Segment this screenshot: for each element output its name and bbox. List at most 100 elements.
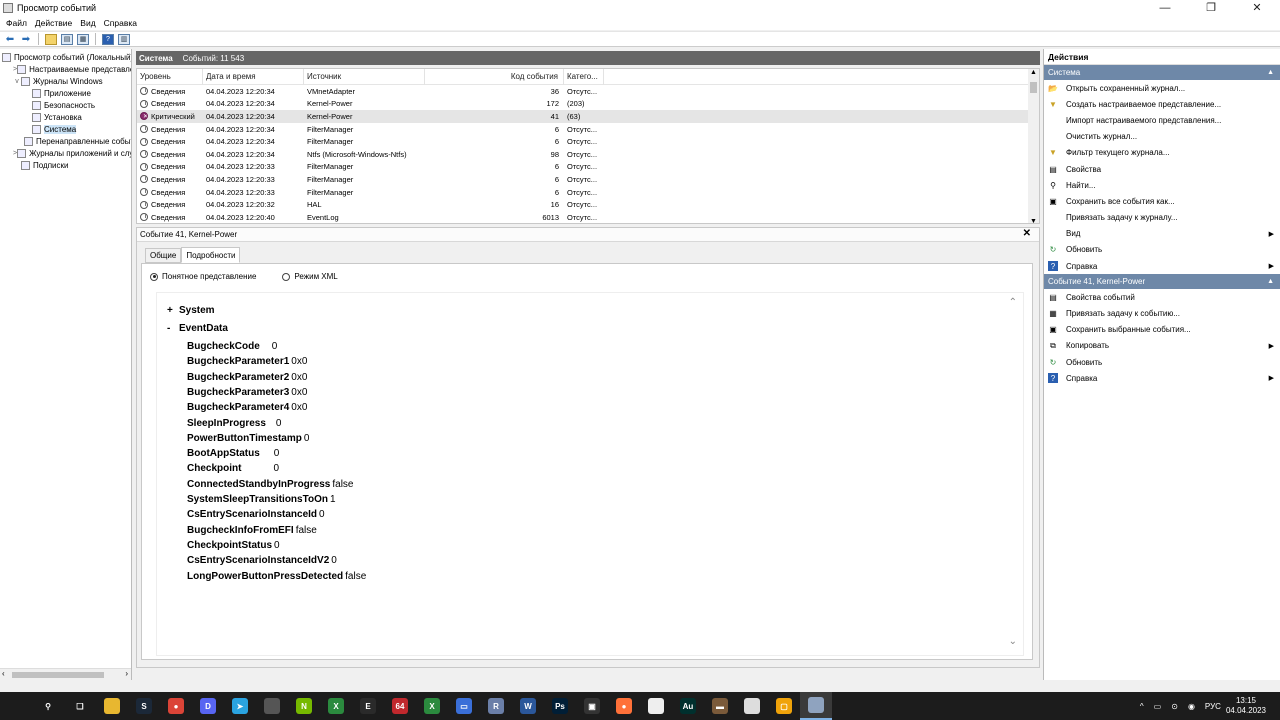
menu-action[interactable]: Действие (31, 18, 76, 28)
epic-taskbar-button[interactable]: E (352, 692, 384, 720)
event-row[interactable]: ✕ Критический 04.04.2023 12:20:34 Kernel-Po… (137, 110, 1039, 123)
action-item[interactable]: ? Справка ▶ (1044, 258, 1280, 274)
nvidia-taskbar-button[interactable]: N (288, 692, 320, 720)
action-item[interactable]: ↻ Обновить (1044, 354, 1280, 370)
xml-view-radio[interactable]: Режим XML (282, 272, 338, 281)
file-taskbar-button[interactable] (640, 692, 672, 720)
tree-item[interactable]: Безопасность (0, 99, 131, 111)
scroll-up-icon[interactable]: ▲ (1030, 69, 1037, 76)
action-item[interactable]: ▤ Свойства событий (1044, 289, 1280, 305)
tab-general[interactable]: Общие (145, 248, 182, 263)
collapse-caret-icon[interactable]: ▲ (1267, 69, 1274, 76)
collapse-caret-icon[interactable]: ▲ (1267, 278, 1274, 285)
column-event-id[interactable]: Код события (425, 69, 564, 85)
column-date[interactable]: Дата и время (203, 69, 304, 85)
action-item[interactable]: ⧉ Копировать ▶ (1044, 338, 1280, 354)
event-row[interactable]: i Сведения 04.04.2023 12:20:33 FilterManage… (137, 161, 1039, 174)
collapse-icon[interactable]: - (167, 323, 179, 334)
tray-overflow-icon[interactable]: ^ (1140, 702, 1144, 711)
friendly-view-radio[interactable]: Понятное представление (150, 272, 256, 281)
collapse-arrow-icon[interactable]: v (13, 78, 21, 85)
xbox-taskbar-button[interactable]: X (320, 692, 352, 720)
action-item[interactable]: Вид ▶ (1044, 226, 1280, 242)
chrome-taskbar-button[interactable]: ● (160, 692, 192, 720)
tree-item[interactable]: Просмотр событий (Локальный) (0, 51, 131, 63)
scrollbar-thumb[interactable] (1030, 82, 1037, 93)
start-button[interactable] (0, 692, 32, 720)
event-row[interactable]: i Сведения 04.04.2023 12:20:34 Kernel-Power… (137, 98, 1039, 111)
tree-horizontal-scrollbar[interactable]: ‹ › (0, 668, 131, 680)
steam-taskbar-button[interactable]: S (128, 692, 160, 720)
aida64-taskbar-button[interactable]: 64 (384, 692, 416, 720)
event-row[interactable]: i Сведения 04.04.2023 12:20:34 FilterManage… (137, 135, 1039, 148)
tray-app-icon[interactable]: ◉ (1188, 702, 1195, 711)
eventviewer-taskbar-button[interactable] (800, 692, 832, 720)
action-item[interactable]: Очистить журнал... (1044, 129, 1280, 145)
search-taskbar-button[interactable]: ⚲ (32, 692, 64, 720)
firefox-taskbar-button[interactable]: ● (608, 692, 640, 720)
clock[interactable]: 13:15 04.04.2023 (1226, 696, 1266, 716)
action-item[interactable]: ▣ Сохранить все события как... (1044, 193, 1280, 209)
action-pane-icon[interactable]: ▥ (117, 33, 131, 46)
maximize-button[interactable]: ❐ (1188, 0, 1234, 15)
back-icon[interactable]: ⬅ (3, 33, 17, 46)
column-source[interactable]: Источник (304, 69, 425, 85)
gamebar-taskbar-button[interactable]: X (416, 692, 448, 720)
tree-item[interactable]: Приложение (0, 87, 131, 99)
actions-section-event[interactable]: Событие 41, Kernel-Power ▲ (1044, 274, 1280, 290)
close-details-icon[interactable]: ✕ (1023, 228, 1031, 239)
photoshop-taskbar-button[interactable]: Ps (544, 692, 576, 720)
event-row[interactable]: i Сведения 04.04.2023 12:20:34 Ntfs (Micros… (137, 148, 1039, 161)
action-item[interactable]: Импорт настраиваемого представления... (1044, 112, 1280, 128)
events-vertical-scrollbar[interactable]: ▲ ▼ (1028, 69, 1039, 223)
audition-taskbar-button[interactable]: Au (672, 692, 704, 720)
forward-icon[interactable]: ➡ (19, 33, 33, 46)
tree-item[interactable]: Подписки (0, 159, 131, 171)
scroll-right-icon[interactable]: › (125, 669, 128, 678)
network-icon[interactable]: ▭ (1154, 702, 1162, 711)
action-item[interactable]: ▼ Фильтр текущего журнала... (1044, 145, 1280, 161)
language-indicator[interactable]: РУС (1205, 702, 1221, 711)
action-item[interactable]: ▣ Сохранить выбранные события... (1044, 322, 1280, 338)
speaker-icon[interactable]: ⊙ (1171, 702, 1178, 711)
tree-item[interactable]: >Журналы приложений и служб (0, 147, 131, 159)
scroll-left-icon[interactable]: ‹ (2, 669, 5, 678)
app-taskbar-button[interactable] (256, 692, 288, 720)
eventdata-node[interactable]: - EventData (167, 323, 228, 334)
action-item[interactable]: Привязать задачу к журналу... (1044, 210, 1280, 226)
action-item[interactable]: ↻ Обновить (1044, 242, 1280, 258)
scrollbar-thumb[interactable] (12, 672, 104, 678)
event-row[interactable]: i Сведения 04.04.2023 12:20:34 FilterManage… (137, 123, 1039, 136)
actions-section-system[interactable]: Система ▲ (1044, 65, 1280, 80)
telegram-taskbar-button[interactable]: ➤ (224, 692, 256, 720)
minimize-button[interactable]: — (1142, 0, 1188, 15)
tool-taskbar-button[interactable]: ▬ (704, 692, 736, 720)
discord-taskbar-button[interactable]: D (192, 692, 224, 720)
column-level[interactable]: Уровень (137, 69, 203, 85)
menu-file[interactable]: Файл (2, 18, 31, 28)
event-row[interactable]: i Сведения 04.04.2023 12:20:33 FilterManage… (137, 173, 1039, 186)
menu-help[interactable]: Справка (100, 18, 141, 28)
rdp-taskbar-button[interactable]: R (480, 692, 512, 720)
event-row[interactable]: i Сведения 04.04.2023 12:20:32 HAL 16 Отсутс.… (137, 198, 1039, 211)
notepad-taskbar-button[interactable] (736, 692, 768, 720)
action-item[interactable]: ▦ Привязать задачу к событию... (1044, 305, 1280, 321)
tree-item[interactable]: >Настраиваемые представления (0, 63, 131, 75)
properties-icon[interactable]: ▦ (76, 33, 90, 46)
action-item[interactable]: ? Справка ▶ (1044, 370, 1280, 386)
tree-item[interactable]: Установка (0, 111, 131, 123)
virtualbox-taskbar-button[interactable]: ▢ (768, 692, 800, 720)
scroll-down-icon[interactable]: ⌄ (1009, 636, 1017, 647)
tree-item[interactable]: Перенаправленные события (0, 135, 131, 147)
expand-icon[interactable]: + (167, 305, 179, 316)
event-row[interactable]: i Сведения 04.04.2023 12:20:33 FilterManage… (137, 186, 1039, 199)
word-taskbar-button[interactable]: W (512, 692, 544, 720)
system-node[interactable]: + System (167, 305, 215, 316)
event-row[interactable]: i Сведения 04.04.2023 12:20:34 VMnetAdapter… (137, 85, 1039, 98)
scroll-up-icon[interactable]: ⌃ (1009, 297, 1017, 308)
tab-details[interactable]: Подробности (181, 247, 241, 263)
close-button[interactable]: ✕ (1234, 0, 1280, 15)
help-icon[interactable]: ? (101, 33, 115, 46)
event-row[interactable]: i Сведения 04.04.2023 12:20:40 EventLog 6013… (137, 211, 1039, 223)
capture-taskbar-button[interactable]: ▣ (576, 692, 608, 720)
